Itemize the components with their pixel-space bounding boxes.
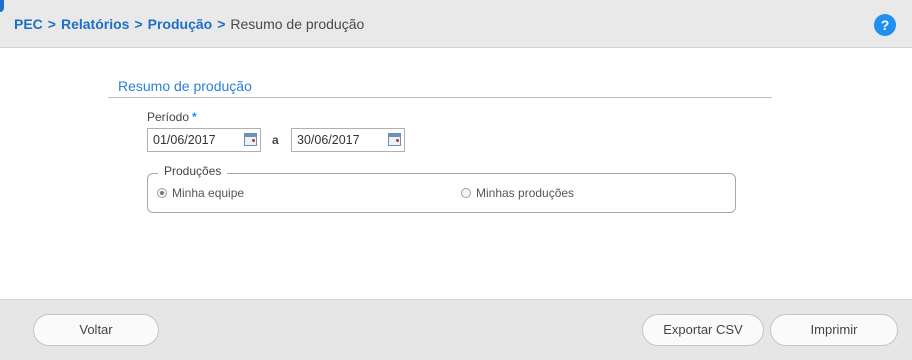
breadcrumb-separator: > xyxy=(217,16,226,32)
start-date-field xyxy=(147,128,261,152)
breadcrumb-item-pec[interactable]: PEC xyxy=(14,16,43,32)
breadcrumb-current: Resumo de produção xyxy=(230,16,365,32)
calendar-icon[interactable] xyxy=(244,133,257,146)
section-divider xyxy=(108,97,772,98)
radio-minhas-producoes[interactable]: Minhas produções xyxy=(461,186,574,200)
print-button[interactable]: Imprimir xyxy=(770,314,898,346)
breadcrumb-separator: > xyxy=(134,16,143,32)
export-csv-button[interactable]: Exportar CSV xyxy=(642,314,764,346)
end-date-input[interactable] xyxy=(292,129,387,151)
radio-button[interactable] xyxy=(461,188,471,198)
radio-minha-equipe[interactable]: Minha equipe xyxy=(157,186,244,200)
periodo-label: Período * xyxy=(147,110,197,124)
breadcrumb-separator: > xyxy=(47,16,56,32)
date-range-separator: a xyxy=(272,133,279,147)
calendar-icon[interactable] xyxy=(388,133,401,146)
periodo-label-text: Período xyxy=(147,110,190,124)
producoes-legend: Produções xyxy=(158,164,228,178)
required-asterisk: * xyxy=(192,110,197,124)
breadcrumb-item-producao[interactable]: Produção xyxy=(148,16,213,32)
radio-button-checked[interactable] xyxy=(157,188,167,198)
top-bar: PEC > Relatórios > Produção > Resumo de produç… xyxy=(0,0,912,48)
breadcrumb: PEC > Relatórios > Produção > Resumo de produç… xyxy=(14,16,364,32)
start-date-input[interactable] xyxy=(148,129,243,151)
back-button[interactable]: Voltar xyxy=(33,314,159,346)
radio-label-minha-equipe: Minha equipe xyxy=(172,186,245,200)
end-date-field xyxy=(291,128,405,152)
footer-bar: Voltar Exportar CSV Imprimir xyxy=(0,299,912,360)
breadcrumb-item-relatorios[interactable]: Relatórios xyxy=(61,16,129,32)
help-icon[interactable]: ? xyxy=(874,14,896,36)
top-bar-accent xyxy=(0,0,4,12)
radio-label-minhas-producoes: Minhas produções xyxy=(476,186,575,200)
section-title: Resumo de produção xyxy=(118,78,252,94)
